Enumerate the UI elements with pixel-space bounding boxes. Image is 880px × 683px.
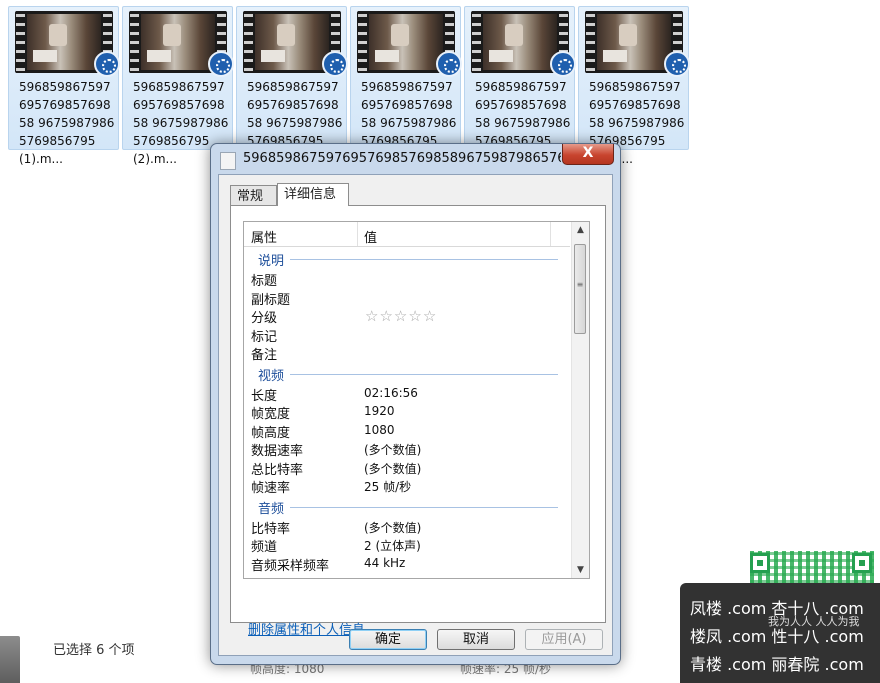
- dialog-title: 5968598675976957698576985896759879865769…: [243, 151, 561, 166]
- property-row[interactable]: 帧速率 25 帧/秒: [244, 476, 570, 496]
- property-row[interactable]: 数据速率 (多个数值): [244, 439, 570, 459]
- group-divider: [290, 373, 558, 375]
- property-key: 帧速率: [251, 481, 291, 496]
- property-key: 副标题: [251, 292, 291, 308]
- media-reel-icon: [208, 51, 234, 77]
- property-value: 02:16:56: [364, 385, 418, 400]
- star-icon[interactable]: ☆: [408, 307, 422, 325]
- file-icon: [220, 152, 236, 170]
- watermark-line: 青楼 .com 丽春院 .com: [690, 655, 864, 674]
- property-list[interactable]: 属性 值 说明 标题 副标题 分级 ☆☆☆☆☆ 标记 备注 视频 长度 02:1…: [243, 221, 590, 579]
- property-key: 长度: [251, 388, 278, 404]
- dialog-client-area: 常规 详细信息 属性 值 说明 标题 副标题 分级 ☆☆☆☆☆ 标记 备注 视频…: [218, 174, 613, 656]
- properties-dialog: 5968598675976957698576985896759879865769…: [210, 143, 621, 665]
- property-key: 频道: [251, 540, 278, 555]
- property-row[interactable]: 标记: [244, 325, 570, 345]
- star-icon[interactable]: ☆: [365, 307, 379, 325]
- column-divider[interactable]: [357, 222, 358, 246]
- property-row[interactable]: 标题: [244, 269, 570, 289]
- star-icon[interactable]: ☆: [379, 307, 393, 325]
- media-reel-icon: [94, 51, 120, 77]
- property-row[interactable]: 副标题: [244, 288, 570, 308]
- property-row[interactable]: 总比特率 (多个数值): [244, 458, 570, 478]
- property-value: 1080: [364, 422, 395, 437]
- property-value: 2 (立体声): [364, 539, 421, 553]
- qr-finder-icon: [750, 553, 770, 573]
- video-file-thumbnail[interactable]: 59685986759769576985769858 9675987986576…: [464, 6, 576, 166]
- selected-files-icon: [0, 636, 20, 683]
- group-divider: [290, 506, 558, 508]
- selection-status: 已选择 6 个项: [53, 643, 135, 658]
- thumbnail-strip: 59685986759769576985769858 9675987986576…: [8, 6, 690, 166]
- scrollbar-thumb[interactable]: ≡: [574, 244, 586, 334]
- property-key: 总比特率: [251, 462, 304, 478]
- cancel-button[interactable]: 取消: [437, 629, 515, 650]
- property-row[interactable]: 音频采样频率 44 kHz: [244, 554, 570, 574]
- scroll-down-arrow-icon[interactable]: ▼: [572, 562, 589, 578]
- qr-finder-icon: [852, 553, 872, 573]
- vertical-scrollbar[interactable]: ▲ ≡ ▼: [571, 222, 589, 578]
- property-value: 1920: [364, 404, 395, 418]
- group-label: 音频: [258, 501, 285, 517]
- property-value: (多个数值): [364, 520, 422, 535]
- tab-details[interactable]: 详细信息: [277, 183, 349, 206]
- group-header-description: 说明: [244, 250, 570, 269]
- property-rows: 说明 标题 副标题 分级 ☆☆☆☆☆ 标记 备注 视频 长度 02:16:56 帧宽…: [244, 247, 570, 574]
- media-reel-icon: [436, 51, 462, 77]
- video-file-thumbnail[interactable]: 59685986759769576985769858 9675987986576…: [236, 6, 348, 166]
- qr-code-watermark: [750, 551, 874, 583]
- property-row[interactable]: 长度 02:16:56: [244, 384, 570, 404]
- property-key: 标题: [251, 274, 278, 289]
- rating-stars[interactable]: ☆☆☆☆☆: [365, 307, 437, 325]
- media-reel-icon: [322, 51, 348, 77]
- group-label: 说明: [258, 254, 285, 269]
- apply-button[interactable]: 应用(A): [525, 629, 603, 650]
- group-header-audio: 音频: [244, 498, 570, 517]
- media-reel-icon: [550, 51, 576, 77]
- column-header-property[interactable]: 属性: [251, 227, 277, 246]
- remove-properties-link[interactable]: 删除属性和个人信息: [248, 619, 365, 638]
- star-icon[interactable]: ☆: [423, 307, 437, 325]
- group-header-video: 视频: [244, 365, 570, 384]
- property-value: 25 帧/秒: [364, 480, 412, 494]
- property-key: 分级: [251, 311, 278, 326]
- video-file-thumbnail[interactable]: 59685986759769576985769858 9675987986576…: [350, 6, 462, 166]
- property-key: 备注: [251, 348, 278, 363]
- close-button[interactable]: X: [562, 144, 614, 165]
- star-icon[interactable]: ☆: [394, 307, 408, 325]
- details-tab-panel: 属性 值 说明 标题 副标题 分级 ☆☆☆☆☆ 标记 备注 视频 长度 02:1…: [230, 205, 606, 638]
- video-file-thumbnail[interactable]: 59685986759769576985769858 9675987986576…: [8, 6, 120, 166]
- property-row[interactable]: 分级 ☆☆☆☆☆: [244, 306, 570, 326]
- property-row[interactable]: 帧高度 1080: [244, 421, 570, 441]
- property-value: (多个数值): [364, 443, 422, 457]
- property-row[interactable]: 比特率 (多个数值): [244, 517, 570, 537]
- ok-button[interactable]: 确定: [349, 629, 427, 650]
- tab-general[interactable]: 常规: [230, 185, 277, 205]
- list-header: 属性 值: [244, 222, 570, 247]
- column-divider[interactable]: [550, 222, 551, 246]
- property-key: 帧高度: [251, 425, 291, 441]
- property-key: 帧宽度: [251, 407, 291, 422]
- video-file-thumbnail[interactable]: 59685986759769576985769858 9675987986576…: [578, 6, 690, 166]
- group-divider: [290, 259, 558, 260]
- property-value: (多个数值): [364, 461, 422, 476]
- property-value: 44 kHz: [364, 555, 406, 570]
- group-label: 视频: [258, 368, 285, 384]
- property-row[interactable]: 帧宽度 1920: [244, 402, 570, 422]
- column-header-value[interactable]: 值: [364, 227, 377, 246]
- watermark-tag: 我为人人 人人为我: [768, 615, 860, 628]
- property-key: 标记: [251, 329, 278, 345]
- watermark-panel: 凤楼 .com 杏十八 .com 楼凤 .com 性十八 .com 青楼 .co…: [680, 583, 880, 683]
- property-key: 比特率: [251, 521, 291, 537]
- media-reel-icon: [664, 51, 690, 77]
- property-row[interactable]: 备注: [244, 343, 570, 363]
- file-name-label: 59685986759769576985769858 9675987986576…: [19, 80, 115, 166]
- scroll-up-arrow-icon[interactable]: ▲: [572, 222, 589, 238]
- property-key: 音频采样频率: [251, 558, 330, 574]
- property-key: 数据速率: [251, 444, 304, 459]
- property-row[interactable]: 频道 2 (立体声): [244, 535, 570, 555]
- video-file-thumbnail[interactable]: 59685986759769576985769858 9675987986576…: [122, 6, 234, 166]
